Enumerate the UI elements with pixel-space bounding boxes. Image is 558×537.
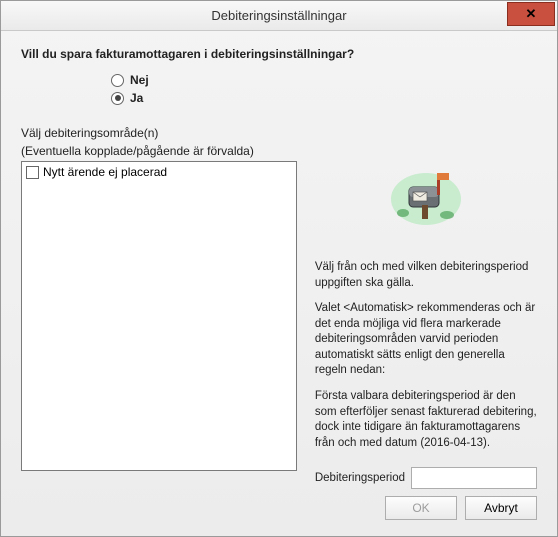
period-row: Debiteringsperiod ˅ — [315, 467, 537, 489]
dialog-window: Debiteringsinställningar ✕ Vill du spara… — [0, 0, 558, 537]
list-item-label: Nytt ärende ej placerad — [43, 165, 167, 179]
period-combobox[interactable]: ˅ — [411, 467, 537, 489]
list-item[interactable]: Nytt ärende ej placerad — [24, 164, 294, 180]
close-icon: ✕ — [526, 6, 537, 22]
info-paragraph-2: Valet <Automatisk> rekommenderas och är … — [315, 301, 537, 379]
radio-group: Nej Ja — [111, 73, 537, 105]
cancel-button-label: Avbryt — [484, 501, 518, 515]
ok-button[interactable]: OK — [385, 496, 457, 520]
info-paragraph-3: Första valbara debiteringsperiod är den … — [315, 389, 537, 451]
radio-yes-label: Ja — [130, 91, 143, 105]
info-paragraph-1: Välj från och med vilken debiteringsperi… — [315, 260, 537, 291]
area-label-line2: (Eventuella kopplade/pågående är förvald… — [21, 143, 537, 159]
area-label-line1: Välj debiteringsområde(n) — [21, 125, 537, 141]
period-input[interactable] — [412, 468, 558, 488]
period-label: Debiteringsperiod — [315, 472, 405, 484]
list-item-checkbox[interactable] — [26, 166, 39, 179]
question-text: Vill du spara fakturamottagaren i debite… — [21, 47, 537, 61]
area-listbox[interactable]: Nytt ärende ej placerad — [21, 161, 297, 471]
close-button[interactable]: ✕ — [507, 2, 555, 26]
radio-option-yes[interactable]: Ja — [111, 91, 537, 105]
titlebar: Debiteringsinställningar ✕ — [1, 1, 557, 31]
content-columns: Nytt ärende ej placerad — [21, 161, 537, 489]
radio-no-indicator[interactable] — [111, 74, 124, 87]
radio-no-label: Nej — [130, 73, 149, 87]
mailbox-icon — [389, 165, 463, 230]
window-title: Debiteringsinställningar — [1, 8, 557, 23]
radio-yes-indicator[interactable] — [111, 92, 124, 105]
ok-button-label: OK — [412, 501, 429, 515]
dialog-body: Vill du spara fakturamottagaren i debite… — [1, 31, 557, 536]
info-column: Välj från och med vilken debiteringsperi… — [315, 161, 537, 489]
dialog-footer: OK Avbryt — [385, 496, 537, 520]
radio-option-no[interactable]: Nej — [111, 73, 537, 87]
cancel-button[interactable]: Avbryt — [465, 496, 537, 520]
